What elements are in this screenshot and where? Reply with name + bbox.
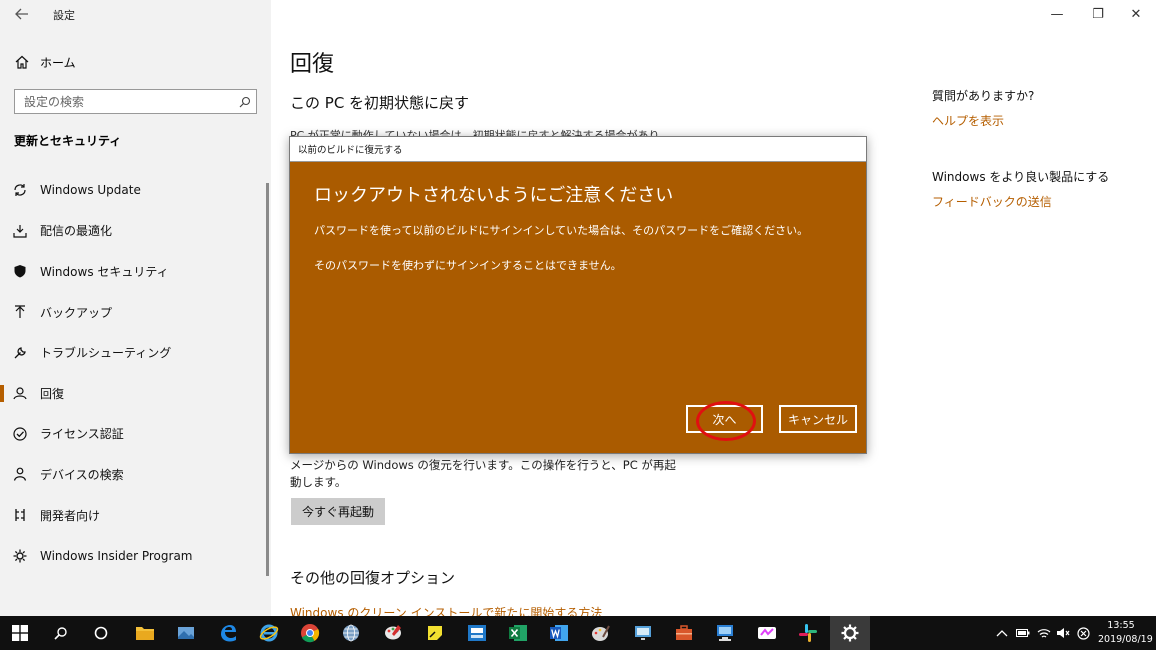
sidebar-item-label: Windows セキュリティ <box>40 264 169 279</box>
sidebar-item-recovery[interactable]: 回復 <box>0 373 271 414</box>
advanced-startup-description: メージからの Windows の復元を行います。この操作を行うと、PC が再起動… <box>290 458 676 489</box>
clean-install-link[interactable]: Windows のクリーン インストールで新たに開始する方法 <box>290 604 602 616</box>
settings-window: 設定 ホーム 更新とセキュリティ Windows Update <box>0 0 1156 650</box>
question-heading: 質問がありますか? <box>932 89 1035 103</box>
excel-icon[interactable] <box>506 621 530 645</box>
sidebar: 設定 ホーム 更新とセキュリティ Windows Update <box>0 0 271 616</box>
sidebar-scrollbar[interactable] <box>266 183 269 576</box>
sidebar-item-activation[interactable]: ライセンス認証 <box>0 414 271 455</box>
gear-icon[interactable] <box>838 621 862 645</box>
sidebar-item-label: 配信の最適化 <box>40 224 113 239</box>
sidebar-item-label: ライセンス認証 <box>40 427 124 442</box>
search-icon[interactable] <box>234 91 256 113</box>
window-title: 設定 <box>53 9 75 22</box>
sidebar-item-label: Windows Update <box>40 183 141 198</box>
whiteboard-icon[interactable] <box>755 621 779 645</box>
check-circle-icon <box>12 426 28 442</box>
sidebar-item-label: バックアップ <box>40 305 113 320</box>
feedback-section: Windows をより良い製品にする フィードバックの送信 <box>932 168 1109 210</box>
cancel-button[interactable]: キャンセル <box>779 405 857 433</box>
search-input[interactable] <box>15 94 234 109</box>
sidebar-item-windows-security[interactable]: Windows セキュリティ <box>0 251 271 292</box>
sidebar-item-label: デバイスの検索 <box>40 467 124 482</box>
back-arrow-icon[interactable] <box>12 4 32 24</box>
paint-palette-icon[interactable] <box>381 621 405 645</box>
sticky-notes-icon[interactable] <box>423 621 447 645</box>
feedback-link[interactable]: フィードバックの送信 <box>932 193 1109 210</box>
wrench-icon <box>12 345 28 361</box>
photos-app-icon[interactable] <box>174 621 198 645</box>
sidebar-item-label: トラブルシューティング <box>40 346 172 361</box>
nav-list: Windows Update 配信の最適化 Windows セキュリティ バック… <box>0 170 271 576</box>
minimize-button[interactable]: — <box>1042 2 1072 26</box>
sidebar-item-developers[interactable]: 開発者向け <box>0 495 271 536</box>
backup-arrow-icon <box>12 304 28 320</box>
person-icon <box>12 466 28 482</box>
search-box <box>14 89 257 114</box>
network-monitor-icon[interactable] <box>713 621 737 645</box>
notification-blocked-icon[interactable] <box>1076 626 1090 640</box>
restore-dialog: 以前のビルドに復元する ロックアウトされないようにご注意ください パスワードを使… <box>289 136 867 454</box>
sidebar-item-troubleshoot[interactable]: トラブルシューティング <box>0 332 271 373</box>
page-title: 回復 <box>290 52 335 77</box>
restart-now-button[interactable]: 今すぐ再起動 <box>291 498 385 525</box>
help-section: 質問がありますか? ヘルプを表示 <box>932 87 1034 129</box>
other-options-heading: その他の回復オプション <box>290 569 456 587</box>
improve-heading: Windows をより良い製品にする <box>932 170 1110 184</box>
taskbar-clock[interactable]: 13:55 2019/08/19 <box>1098 619 1153 647</box>
home-label: ホーム <box>40 55 76 70</box>
home-icon <box>14 54 30 70</box>
clock-date: 2019/08/19 <box>1098 634 1153 645</box>
sidebar-item-label: 回復 <box>40 386 65 401</box>
sidebar-item-backup[interactable]: バックアップ <box>0 292 271 333</box>
developer-icon <box>12 507 28 523</box>
slack-icon[interactable] <box>796 621 820 645</box>
battery-icon[interactable] <box>1016 626 1030 640</box>
dialog-heading: ロックアウトされないようにご注意ください <box>314 185 674 206</box>
app-keyboard-icon[interactable] <box>465 621 489 645</box>
internet-explorer-icon[interactable] <box>257 621 281 645</box>
paint-brush-icon[interactable] <box>589 621 613 645</box>
start-windows-icon[interactable] <box>8 621 32 645</box>
toolbox-icon[interactable] <box>672 621 696 645</box>
sync-icon <box>12 182 28 198</box>
remote-desktop-icon[interactable] <box>631 621 655 645</box>
dialog-line-2: そのパスワードを使わずにサインインすることはできません。 <box>314 259 622 272</box>
dialog-title: 以前のビルドに復元する <box>290 137 866 162</box>
taskbar: 13:55 2019/08/19 <box>0 616 1156 650</box>
sidebar-item-label: 開発者向け <box>40 508 101 523</box>
word-icon[interactable] <box>547 621 571 645</box>
section-heading: 更新とセキュリティ <box>14 134 122 148</box>
sidebar-item-windows-update[interactable]: Windows Update <box>0 170 271 211</box>
sidebar-item-home[interactable]: ホーム <box>0 50 271 74</box>
volume-muted-icon[interactable] <box>1056 626 1070 640</box>
network-globe-icon[interactable] <box>339 621 363 645</box>
insider-icon <box>12 548 28 564</box>
delivery-icon <box>12 223 28 239</box>
edge-browser-icon[interactable] <box>216 621 240 645</box>
close-button[interactable]: ✕ <box>1121 2 1151 26</box>
task-view-icon[interactable] <box>89 621 113 645</box>
restore-button[interactable]: ❐ <box>1083 2 1113 26</box>
sidebar-item-find-device[interactable]: デバイスの検索 <box>0 454 271 495</box>
next-button[interactable]: 次へ <box>686 405 763 433</box>
file-explorer-icon[interactable] <box>133 621 157 645</box>
help-link[interactable]: ヘルプを表示 <box>932 112 1034 129</box>
sidebar-item-delivery-optimization[interactable]: 配信の最適化 <box>0 211 271 252</box>
sidebar-item-insider[interactable]: Windows Insider Program <box>0 535 271 576</box>
search-icon[interactable] <box>49 621 73 645</box>
sidebar-item-label: Windows Insider Program <box>40 548 193 563</box>
dialog-line-1: パスワードを使って以前のビルドにサインインしていた場合は、そのパスワードをご確認… <box>314 224 809 237</box>
recovery-icon <box>12 385 28 401</box>
wifi-icon[interactable] <box>1037 626 1051 640</box>
reset-heading: この PC を初期状態に戻す <box>290 94 470 112</box>
chrome-browser-icon[interactable] <box>298 621 322 645</box>
chevron-up-icon[interactable] <box>995 626 1009 640</box>
clock-time: 13:55 <box>1107 620 1135 631</box>
shield-icon <box>12 263 28 279</box>
